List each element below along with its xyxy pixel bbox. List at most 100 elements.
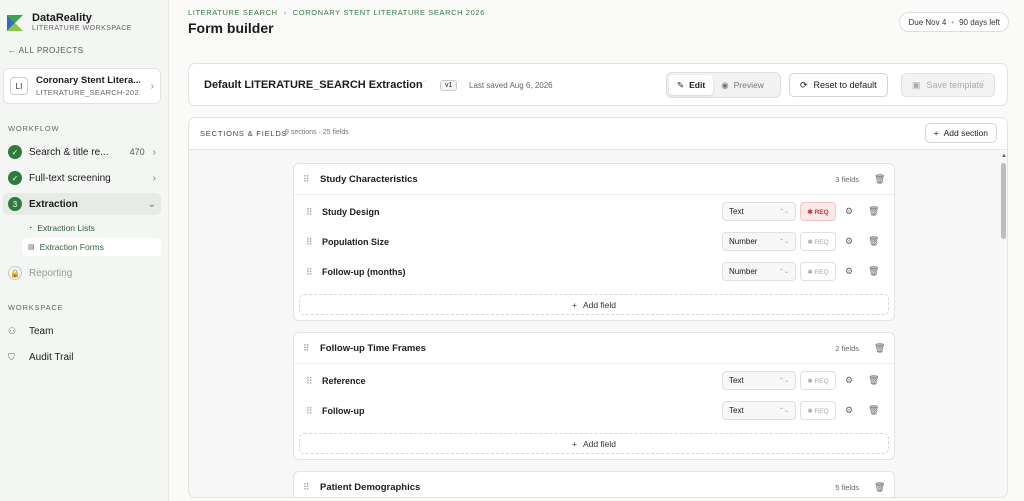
nav-label: Team — [29, 326, 54, 337]
drag-handle-icon[interactable]: ⠿ — [306, 237, 313, 248]
refresh-icon: ⟳ — [800, 79, 808, 90]
select-arrows-icon: ⌃⌄ — [778, 378, 789, 384]
gear-icon[interactable]: ⚙ — [845, 236, 853, 247]
required-toggle[interactable]: ✱ REQ — [800, 371, 836, 390]
nav-extraction-forms[interactable]: ▤ Extraction Forms — [22, 238, 161, 256]
nav-team[interactable]: ⚇ Team — [8, 326, 53, 337]
scroll-thumb[interactable] — [1001, 163, 1006, 239]
trash-icon[interactable]: 🗑 — [868, 375, 879, 386]
pencil-icon: ✎ — [677, 79, 685, 90]
field-type-select[interactable]: Number ⌃⌄ — [722, 232, 796, 251]
field-type: Text — [729, 376, 744, 385]
save-template-button[interactable]: ▣ Save template — [901, 73, 996, 97]
section-header: ⠿ Patient Demographics 5 fields 🗑 — [294, 472, 894, 497]
nav-label: Reporting — [29, 267, 73, 279]
nav-full-text-screening[interactable]: ✓ Full-text screening › — [3, 167, 161, 189]
eye-icon: ◉ — [721, 79, 729, 90]
trash-icon[interactable]: 🗑 — [868, 236, 879, 247]
add-field-button[interactable]: + Add field — [299, 294, 889, 315]
field-count: 5 fields — [835, 483, 859, 492]
field-type-select[interactable]: Number ⌃⌄ — [722, 262, 796, 281]
field-row: ⠿ Follow-up Text ⌃⌄ ✱ REQ ⚙ 🗑 — [294, 396, 894, 426]
breadcrumb-link[interactable]: CORONARY STENT LITERATURE SEARCH 2026 — [293, 8, 485, 17]
section-card: ⠿ Study Characteristics 3 fields 🗑 ⠿ Stu… — [293, 163, 895, 321]
drag-handle-icon[interactable]: ⠿ — [306, 267, 313, 278]
brand-name: DataReality — [32, 12, 92, 24]
drag-handle-icon[interactable]: ⠿ — [306, 207, 313, 218]
field-type: Number — [729, 267, 758, 276]
select-arrows-icon: ⌃⌄ — [778, 239, 789, 245]
drag-handle-icon[interactable]: ⠿ — [303, 343, 310, 354]
nav-label: Search & title re... — [29, 146, 109, 158]
gear-icon[interactable]: ⚙ — [845, 405, 853, 416]
save-label: Save template — [926, 80, 985, 90]
nav-audit-trail[interactable]: ⛉ Audit Trail — [8, 352, 73, 363]
template-toolbar: Default LITERATURE_SEARCH Extraction Tem… — [188, 63, 1008, 106]
scroll-up-icon[interactable]: ▲ — [1001, 153, 1007, 159]
form-icon: ▤ — [28, 244, 35, 251]
add-field-label: Add field — [582, 438, 617, 449]
section-card: ⠿ Patient Demographics 5 fields 🗑 — [293, 471, 895, 497]
list-icon: ◔ — [28, 224, 33, 232]
add-field-label: Add field — [582, 299, 617, 310]
trash-icon[interactable]: 🗑 — [868, 405, 879, 416]
nav-extraction[interactable]: 3 Extraction ⌄ — [3, 193, 161, 215]
field-label: Study Design — [322, 207, 380, 217]
drag-handle-icon[interactable]: ⠿ — [303, 482, 310, 493]
required-toggle[interactable]: ✱ REQ — [800, 401, 836, 420]
project-switcher[interactable]: LI Coronary Stent Litera... LITERATURE_S… — [3, 68, 161, 104]
gear-icon[interactable]: ⚙ — [845, 206, 853, 217]
sub-label: Extraction Lists — [37, 223, 95, 233]
drag-handle-icon[interactable]: ⠿ — [303, 174, 310, 185]
trash-icon[interactable]: 🗑 — [874, 174, 885, 185]
reset-to-default-button[interactable]: ⟳ Reset to default — [789, 73, 888, 97]
required-toggle[interactable]: ✱ REQ — [800, 202, 836, 221]
nav-label: Full-text screening — [29, 172, 111, 184]
field-type-select[interactable]: Text ⌃⌄ — [722, 202, 796, 221]
nav-search-title-review[interactable]: ✓ Search & title re... 470 › — [3, 141, 161, 163]
sub-label: Extraction Forms — [39, 242, 104, 252]
users-icon: ⚇ — [8, 326, 17, 336]
section-title: Patient Demographics — [320, 482, 421, 493]
last-saved: Last saved Aug 6, 2026 — [469, 81, 553, 90]
nav-extraction-lists[interactable]: ◔ Extraction Lists — [22, 219, 161, 237]
add-field-button[interactable]: + Add field — [299, 433, 889, 454]
shield-icon: ⛉ — [8, 352, 15, 362]
all-projects-link[interactable]: ← ALL PROJECTS — [8, 46, 84, 55]
trash-icon[interactable]: 🗑 — [868, 266, 879, 277]
preview-mode-button[interactable]: ◉ Preview — [713, 75, 772, 95]
brand[interactable]: DataReality LITERATURE WORKSPACE — [6, 12, 132, 34]
trash-icon[interactable]: 🗑 — [868, 206, 879, 217]
nav-label: Audit Trail — [29, 352, 74, 363]
add-section-button[interactable]: + Add section — [924, 123, 997, 143]
select-arrows-icon: ⌃⌄ — [778, 408, 789, 414]
plus-icon: + — [571, 438, 577, 449]
editor-title: SECTIONS & FIELDS — [200, 129, 288, 138]
version-badge: v1 — [440, 80, 458, 91]
plus-icon: + — [571, 299, 577, 310]
lock-icon: 🔒 — [8, 266, 22, 280]
nav-reporting[interactable]: 🔒 Reporting — [3, 262, 161, 284]
due-date: Due Nov 4 — [908, 17, 947, 27]
preview-label: Preview — [733, 80, 764, 90]
required-toggle[interactable]: ✱ REQ — [800, 262, 836, 281]
field-type-select[interactable]: Text ⌃⌄ — [722, 401, 796, 420]
breadcrumb-link[interactable]: LITERATURE SEARCH — [188, 8, 278, 17]
edit-mode-button[interactable]: ✎ Edit — [669, 75, 714, 95]
gear-icon[interactable]: ⚙ — [845, 375, 853, 386]
required-toggle[interactable]: ✱ REQ — [800, 232, 836, 251]
brand-subtitle: LITERATURE WORKSPACE — [32, 25, 132, 32]
page-title: Form builder — [188, 20, 274, 36]
nav-count: 470 — [129, 147, 145, 157]
section-card: ⠿ Follow-up Time Frames 2 fields 🗑 ⠿ Ref… — [293, 332, 895, 460]
drag-handle-icon[interactable]: ⠿ — [306, 406, 313, 417]
field-count: 3 fields — [835, 175, 859, 184]
field-count: 2 fields — [835, 344, 859, 353]
trash-icon[interactable]: 🗑 — [874, 343, 885, 354]
field-type-select[interactable]: Text ⌃⌄ — [722, 371, 796, 390]
trash-icon[interactable]: 🗑 — [874, 482, 885, 493]
field-label: Population Size — [322, 237, 390, 247]
scrollbar[interactable]: ▲ — [1001, 151, 1007, 497]
gear-icon[interactable]: ⚙ — [845, 266, 853, 277]
drag-handle-icon[interactable]: ⠿ — [306, 376, 313, 387]
